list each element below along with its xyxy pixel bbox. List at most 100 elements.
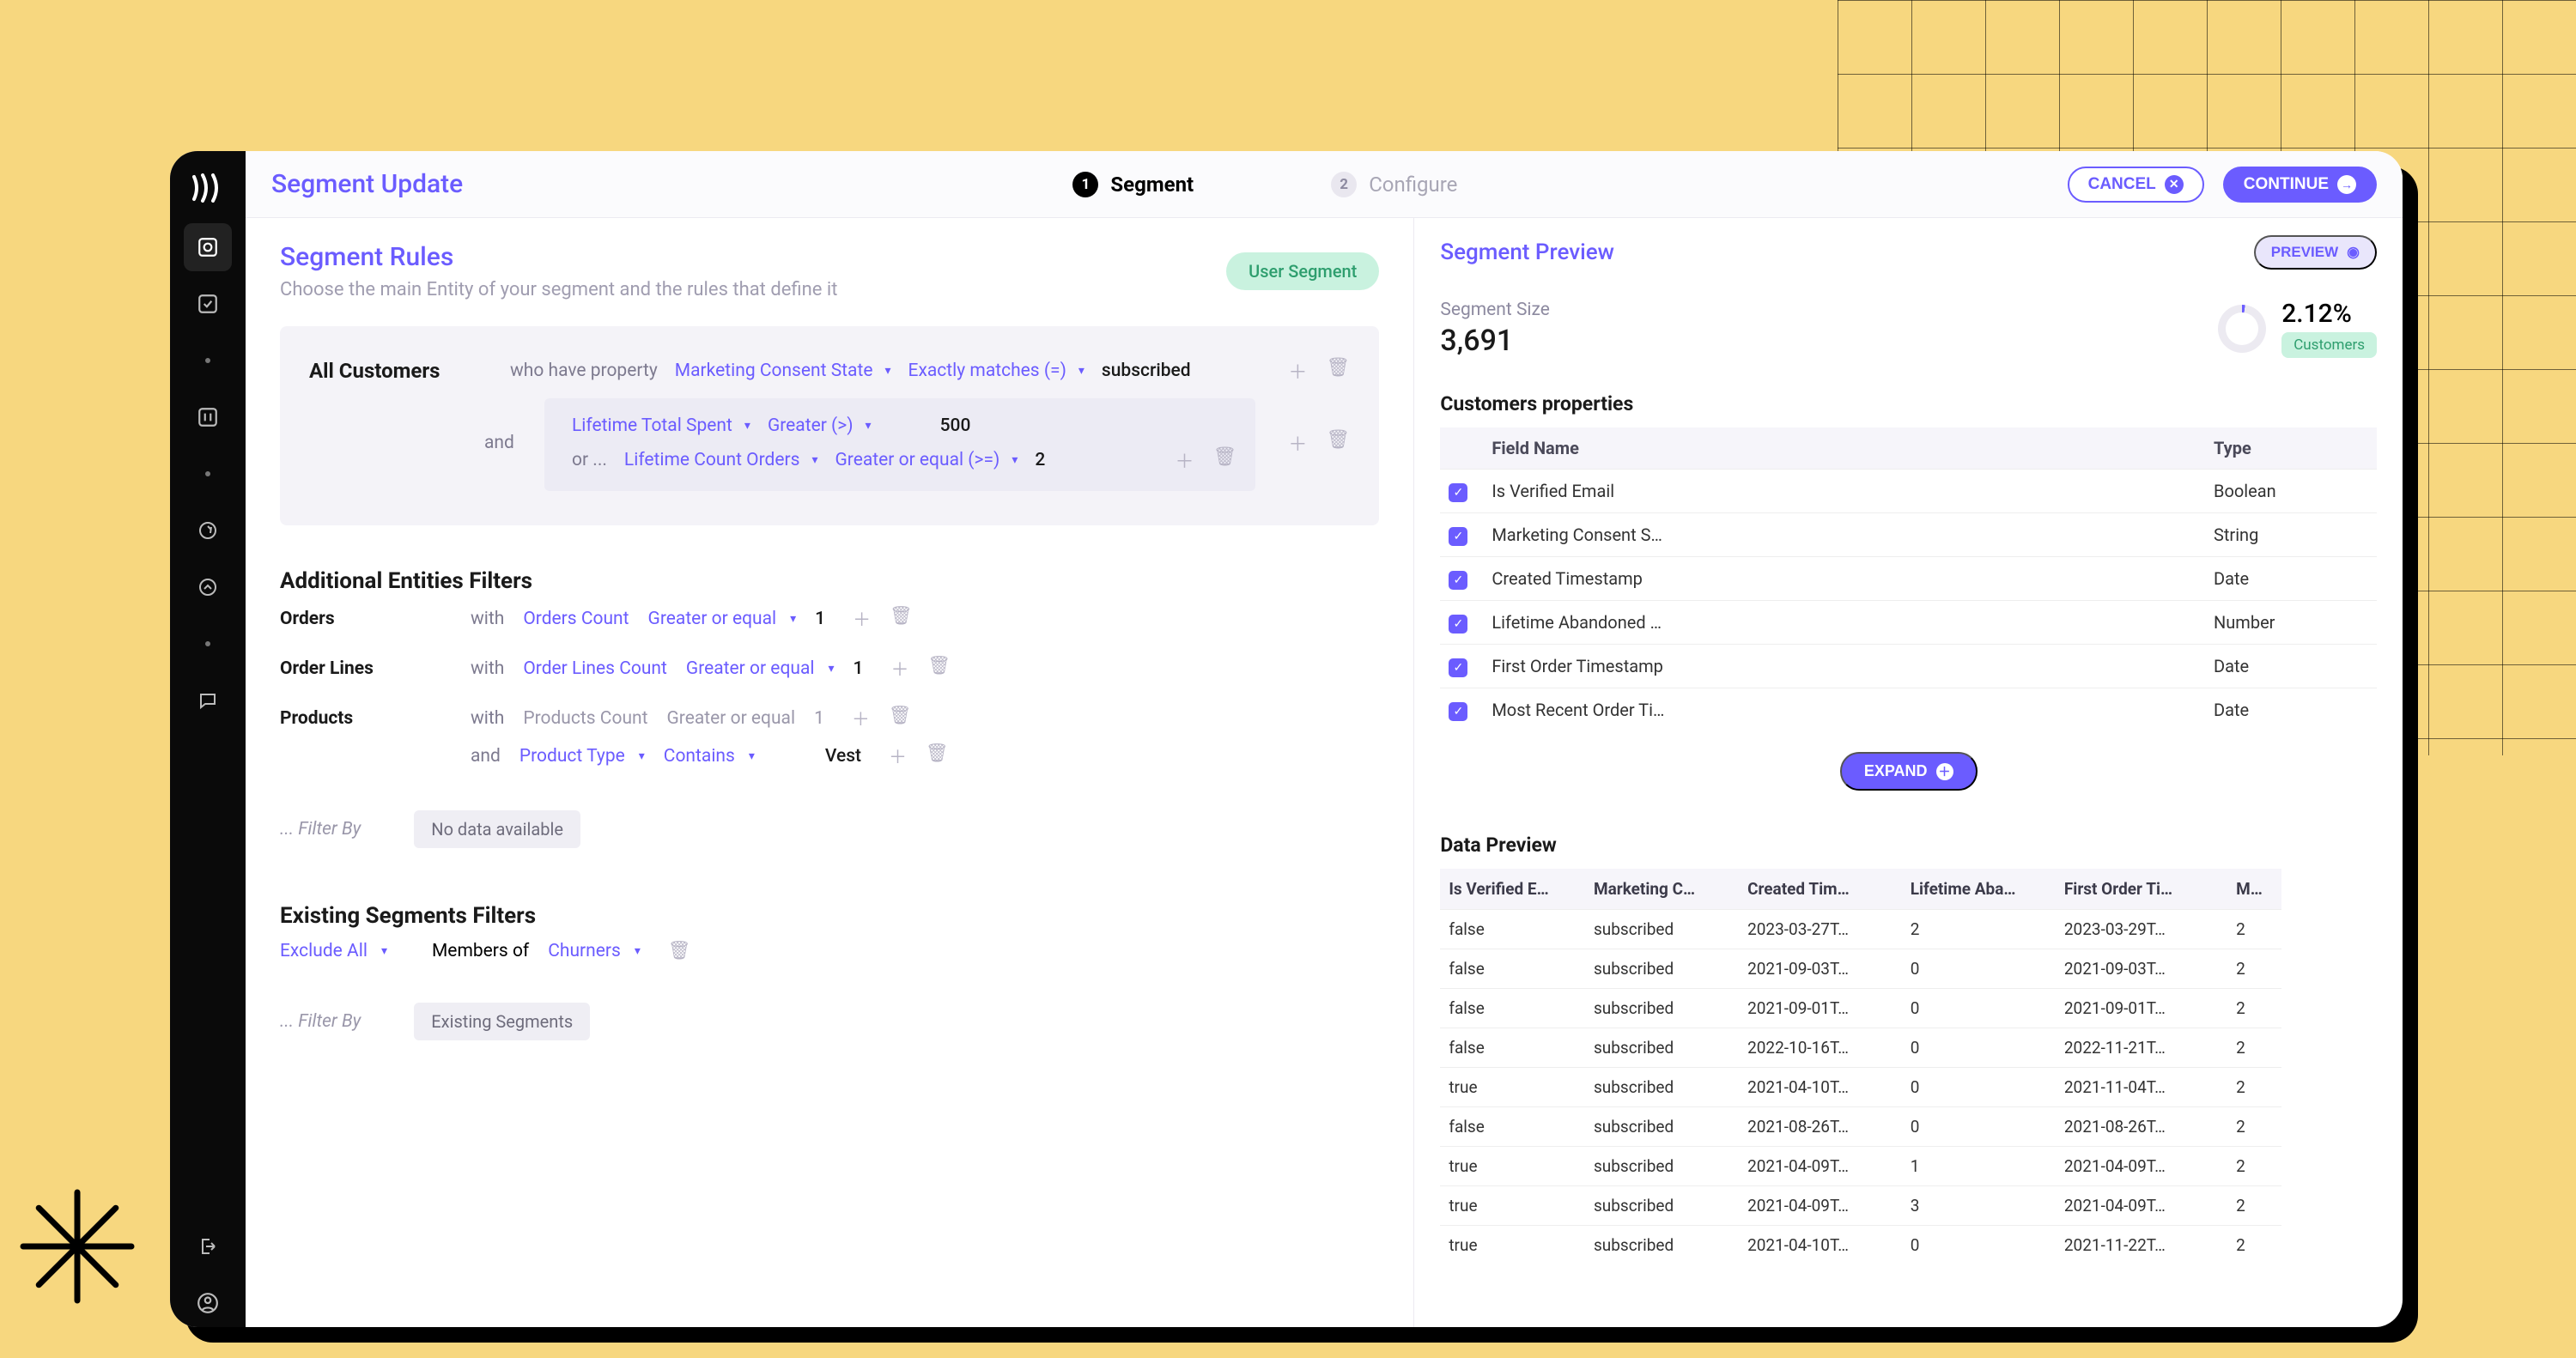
add-icon[interactable]: ＋ — [1288, 357, 1307, 385]
trash-icon[interactable]: 🗑 — [1326, 429, 1350, 457]
add-icon[interactable]: ＋ — [890, 656, 908, 682]
dcol-6: M… — [2227, 869, 2281, 910]
continue-button[interactable]: CONTINUE → — [2223, 167, 2377, 203]
property-name: Created Timestamp — [1483, 557, 2205, 601]
orderlines-op[interactable]: Greater or equal — [686, 658, 815, 679]
orders-val[interactable]: 1 — [815, 609, 825, 629]
existing-segments-chip[interactable]: Existing Segments — [414, 1003, 590, 1040]
data-row[interactable]: truesubscribed2021-04-09T…32021-04-09T…2 — [1440, 1186, 2281, 1226]
with-text: with — [471, 658, 504, 679]
preview-label: PREVIEW — [2271, 244, 2338, 261]
sidebar-item-chat[interactable] — [184, 676, 232, 724]
preview-button[interactable]: PREVIEW ◉ — [2254, 235, 2377, 270]
products-val[interactable]: 1 — [814, 708, 824, 729]
property-select-2[interactable]: Lifetime Total Spent — [572, 415, 732, 436]
sidebar-item-3[interactable] — [184, 393, 232, 441]
trash-icon[interactable]: 🗑 — [668, 941, 691, 961]
data-row[interactable]: falsesubscribed2021-08-26T…02021-08-26T…… — [1440, 1107, 2281, 1147]
checkbox-icon[interactable]: ✓ — [1449, 571, 1467, 590]
dcol-5: First Order Ti… — [2056, 869, 2227, 910]
value-3[interactable]: 2 — [1035, 450, 1045, 470]
property-row[interactable]: ✓Created TimestampDate — [1440, 557, 2377, 601]
add-icon[interactable]: ＋ — [853, 606, 871, 632]
dcol-1: Is Verified E… — [1440, 869, 1585, 910]
chevron-down-icon: ▾ — [884, 364, 890, 378]
property-row[interactable]: ✓Lifetime Abandoned …Number — [1440, 601, 2377, 645]
filter-by-placeholder-2[interactable]: ... Filter By — [280, 1011, 361, 1032]
data-row[interactable]: truesubscribed2021-04-10T…02021-11-04T…2 — [1440, 1068, 2281, 1107]
property-name: First Order Timestamp — [1483, 645, 2205, 688]
sidebar-item-2[interactable] — [184, 280, 232, 328]
property-type: Boolean — [2205, 470, 2377, 513]
products-val2[interactable]: Vest — [825, 746, 861, 767]
trash-icon[interactable]: 🗑 — [889, 706, 912, 731]
checkbox-icon[interactable]: ✓ — [1449, 527, 1467, 546]
products-prop[interactable]: Products Count — [523, 708, 647, 729]
add-icon[interactable]: ＋ — [889, 743, 907, 769]
operator-select-3[interactable]: Greater or equal (>=) — [835, 450, 1000, 470]
add-icon[interactable]: ＋ — [1288, 429, 1307, 457]
property-row[interactable]: ✓Marketing Consent S…String — [1440, 513, 2377, 557]
sidebar-item-4[interactable] — [184, 506, 232, 555]
expand-button[interactable]: EXPAND ＋ — [1840, 752, 1978, 791]
data-row[interactable]: falsesubscribed2023-03-27T…22023-03-29T…… — [1440, 910, 2281, 949]
customers-badge: Customers — [2281, 332, 2377, 358]
checkbox-icon[interactable]: ✓ — [1449, 658, 1467, 677]
sidebar-dot-3[interactable] — [184, 620, 232, 668]
products-op[interactable]: Greater or equal — [666, 708, 795, 729]
value-2[interactable]: 500 — [940, 415, 971, 436]
trash-icon[interactable]: 🗑 — [1212, 446, 1236, 474]
sidebar-item-5[interactable] — [184, 563, 232, 611]
sidebar-dot-1[interactable] — [184, 336, 232, 385]
value-1[interactable]: subscribed — [1102, 361, 1191, 381]
operator-select-1[interactable]: Exactly matches (=) — [908, 361, 1066, 381]
add-icon[interactable]: ＋ — [1175, 446, 1194, 474]
dcol-4: Lifetime Aba… — [1902, 869, 2056, 910]
property-row[interactable]: ✓First Order TimestampDate — [1440, 645, 2377, 688]
trash-icon[interactable]: 🗑 — [926, 743, 949, 769]
checkbox-icon[interactable]: ✓ — [1449, 702, 1467, 721]
sidebar-item-logout[interactable] — [184, 1222, 232, 1270]
orderlines-val[interactable]: 1 — [854, 658, 864, 679]
checkbox-icon[interactable]: ✓ — [1449, 483, 1467, 502]
orderlines-prop[interactable]: Order Lines Count — [523, 658, 667, 679]
property-name: Lifetime Abandoned … — [1483, 601, 2205, 645]
operator-select-2[interactable]: Greater (>) — [768, 415, 854, 436]
products-op2[interactable]: Contains — [664, 746, 735, 767]
chevron-down-icon: ▾ — [635, 944, 641, 958]
data-row[interactable]: falsesubscribed2021-09-03T…02021-09-03T…… — [1440, 949, 2281, 989]
trash-icon[interactable]: 🗑 — [927, 656, 951, 682]
sidebar-dot-2[interactable] — [184, 450, 232, 498]
orders-prop[interactable]: Orders Count — [523, 609, 629, 629]
exclude-all[interactable]: Exclude All — [280, 941, 368, 961]
step-configure[interactable]: 2 Configure — [1331, 172, 1457, 197]
step-2-label: Configure — [1369, 173, 1457, 197]
property-select-3[interactable]: Lifetime Count Orders — [624, 450, 800, 470]
checkbox-icon[interactable]: ✓ — [1449, 615, 1467, 634]
trash-icon[interactable]: 🗑 — [890, 606, 913, 632]
cancel-button[interactable]: CANCEL ✕ — [2068, 167, 2204, 203]
data-row[interactable]: falsesubscribed2021-09-01T…02021-09-01T…… — [1440, 989, 2281, 1028]
sidebar-item-profile[interactable] — [184, 1279, 232, 1327]
add-icon[interactable]: ＋ — [852, 706, 870, 731]
filter-orders: Orders with Orders Count Greater or equa… — [280, 594, 1379, 644]
segment-size-value: 3,691 — [1440, 324, 1550, 358]
trash-icon[interactable]: 🗑 — [1326, 357, 1350, 385]
step-segment[interactable]: 1 Segment — [1072, 172, 1194, 197]
products-prop2[interactable]: Product Type — [519, 746, 625, 767]
property-row[interactable]: ✓Most Recent Order Ti…Date — [1440, 688, 2377, 732]
filter-by-placeholder[interactable]: ... Filter By — [280, 819, 361, 840]
property-select-1[interactable]: Marketing Consent State — [675, 361, 873, 381]
no-data-chip: No data available — [414, 810, 580, 848]
orders-op[interactable]: Greater or equal — [648, 609, 777, 629]
data-row[interactable]: truesubscribed2021-04-09T…12021-04-09T…2 — [1440, 1147, 2281, 1186]
data-row[interactable]: falsesubscribed2022-10-16T…02022-11-21T…… — [1440, 1028, 2281, 1068]
property-row[interactable]: ✓Is Verified EmailBoolean — [1440, 470, 2377, 513]
data-row[interactable]: truesubscribed2021-04-10T…02021-11-22T…2 — [1440, 1226, 2281, 1265]
sidebar — [170, 151, 246, 1327]
chevron-down-icon: ▾ — [749, 749, 755, 763]
properties-table: Field Name Type ✓Is Verified EmailBoolea… — [1440, 427, 2377, 731]
sidebar-item-1[interactable] — [184, 223, 232, 271]
rules-pane: Segment Rules Choose the main Entity of … — [246, 218, 1413, 1327]
existing-segment-select[interactable]: Churners — [548, 941, 621, 961]
